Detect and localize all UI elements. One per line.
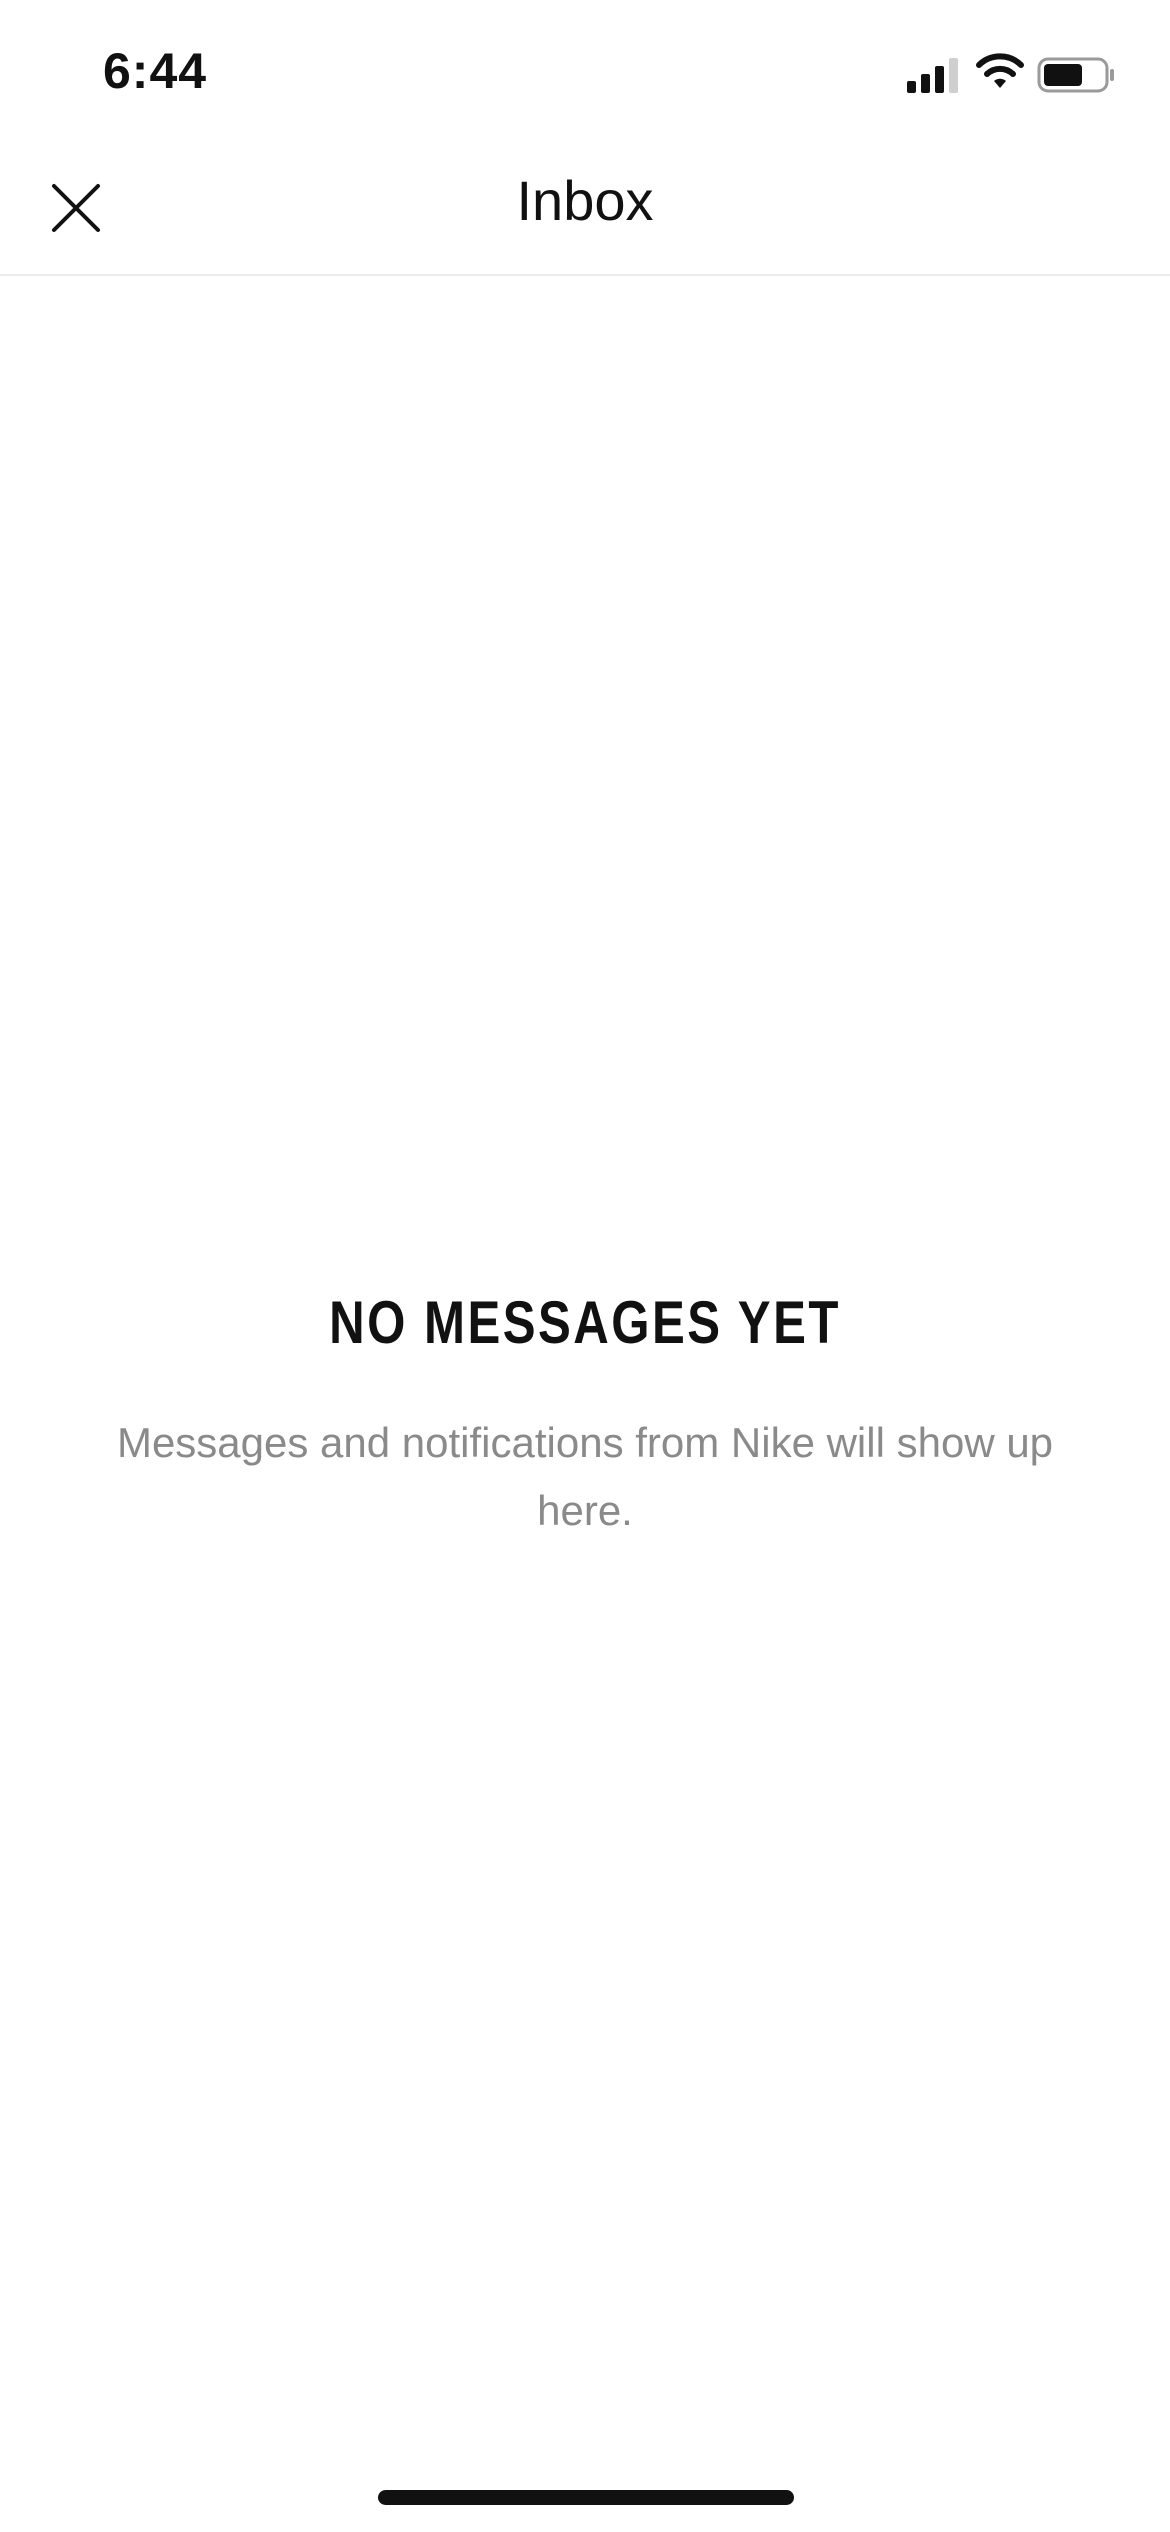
empty-state-message: Messages and notifications from Nike wil… xyxy=(116,1419,1054,1534)
nav-header: Inbox xyxy=(0,150,1170,276)
status-time: 6:44 xyxy=(103,43,208,99)
cellular-signal-icon xyxy=(907,58,958,93)
wifi-icon xyxy=(976,53,1024,88)
page-title: Inbox xyxy=(516,169,654,232)
empty-state-title: NO MESSAGES YET xyxy=(329,1289,841,1356)
battery-icon xyxy=(1037,57,1114,93)
status-bar: 6:44 xyxy=(0,0,1170,150)
home-indicator[interactable] xyxy=(378,2490,794,2505)
empty-state: NO MESSAGES YET Messages and notificatio… xyxy=(0,1280,1170,1545)
